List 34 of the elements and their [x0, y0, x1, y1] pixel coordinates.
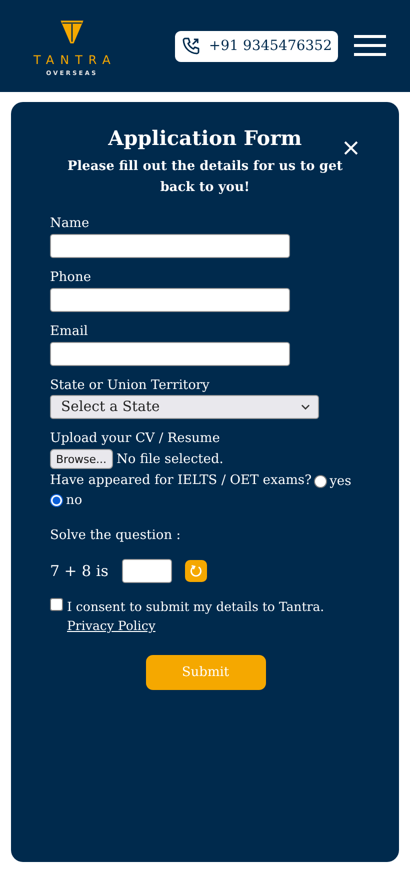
close-icon [343, 140, 359, 156]
input-field[interactable] [50, 234, 290, 258]
consent-checkbox[interactable] [50, 598, 63, 611]
captcha-question: 7 + 8 is [50, 562, 108, 580]
phone-icon [180, 36, 201, 56]
menu-icon [354, 35, 386, 57]
answer-field[interactable] [122, 559, 172, 583]
state-dropdown[interactable]: Select a State [50, 395, 319, 419]
file-status: No file selected. [116, 452, 224, 466]
form-subtitle: Please fill out the details for us to get back to you! [66, 158, 344, 197]
field-label: Name [50, 216, 90, 232]
chevron-icon [301, 404, 310, 410]
consent-text: I consent to submit my details to Tantra. Privacy Policy [67, 598, 326, 635]
radio-button[interactable] [50, 494, 63, 507]
browse-button[interactable]: Browse... [50, 449, 113, 469]
radio-label: yes [330, 474, 352, 488]
form-title: Application Form [108, 126, 302, 150]
input-field[interactable] [50, 342, 290, 366]
field-label: Upload your CV / Resume [50, 431, 220, 447]
exam-question: Have appeared for IELTS / OET exams? [50, 473, 312, 489]
close-button[interactable] [343, 140, 359, 156]
radio-label: no [66, 493, 82, 508]
menu-button[interactable] [354, 35, 386, 57]
captcha-heading: Solve the question : [50, 528, 182, 544]
radio-button[interactable] [314, 474, 327, 488]
field-label: State or Union Territory [50, 378, 210, 394]
field-label: Phone [50, 270, 92, 286]
input-field[interactable] [50, 288, 290, 312]
phone-button[interactable]: +91 9345476352 [174, 30, 338, 62]
refresh-button[interactable] [185, 560, 208, 582]
logo-name: TANTRA [34, 53, 116, 67]
privacy-link[interactable]: Privacy Policy [67, 618, 156, 633]
refresh-icon [189, 564, 204, 578]
field-label: Email [50, 324, 88, 340]
